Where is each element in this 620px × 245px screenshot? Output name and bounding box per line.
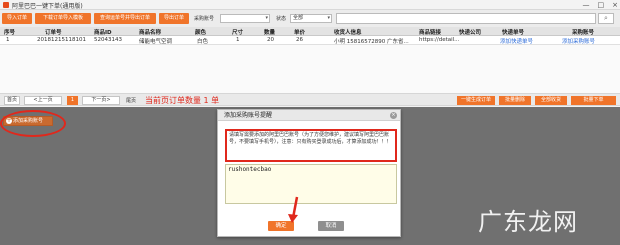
table-row[interactable]: 1 20181215118101 52043143 储能电气空调 白色 1 20… <box>0 36 620 45</box>
cancel-button[interactable]: 取消 <box>318 221 344 231</box>
first-page-button[interactable]: 首页 <box>4 96 20 105</box>
page-1-button[interactable]: 1 <box>67 96 78 105</box>
status-select[interactable]: 全部 ▾ <box>290 14 332 23</box>
import-orders-button[interactable]: 导入订单 <box>2 13 32 24</box>
purchase-account-select[interactable]: ▾ <box>220 14 270 23</box>
cell-unit-price: 26 <box>296 37 303 43</box>
cell-receiver: 小明 15816572890 广东省... <box>334 39 409 45</box>
close-icon[interactable]: × <box>612 1 618 9</box>
red-arrow-icon <box>288 196 299 223</box>
col-order-no: 订单号 <box>45 30 62 36</box>
col-product-name: 商品名称 <box>139 30 162 36</box>
cell-quantity: 20 <box>267 37 274 43</box>
cell-product-id: 52043143 <box>94 37 122 43</box>
account-input[interactable]: rushontecbao <box>225 164 397 204</box>
cell-order-no: 20181215118101 <box>37 37 86 43</box>
pagination-bar: 首页 <上一页 1 下一页> 尾页 当前页订单数量 1 单 一键生成订单 批量删… <box>0 93 620 106</box>
cell-size: 1 <box>236 37 240 43</box>
last-page-button[interactable]: 尾页 <box>126 97 136 104</box>
download-template-button[interactable]: 下载订单导入模板 <box>35 13 91 24</box>
title-bar: 阿里巴巴一键下单(通用版) — □ × <box>0 0 620 10</box>
col-product-id: 商品ID <box>94 30 112 36</box>
table-empty-area <box>0 45 620 93</box>
maximize-icon[interactable]: □ <box>598 1 605 9</box>
add-tracking-link[interactable]: 添加快递单号 <box>500 37 533 45</box>
highlight-circle <box>0 110 66 137</box>
col-index: 序号 <box>4 30 16 36</box>
status-select-value: 全部 <box>293 15 304 21</box>
status-label: 状态 <box>276 16 287 22</box>
watermark: 广东龙网 <box>478 208 578 236</box>
col-quantity: 数量 <box>264 30 276 36</box>
next-page-button[interactable]: 下一页> <box>82 96 120 105</box>
window-title: 阿里巴巴一键下单(通用版) <box>12 3 83 10</box>
prev-page-button[interactable]: <上一页 <box>24 96 62 105</box>
add-purchase-account-link[interactable]: 添加采购账号 <box>562 37 595 45</box>
dialog-title: 添加采购账号提醒 × <box>218 110 400 121</box>
generate-orders-button[interactable]: 一键生成订单 <box>457 96 495 105</box>
purchase-account-label: 采购账号 <box>194 16 215 22</box>
chevron-down-icon: ▾ <box>265 15 268 21</box>
batch-delete-button[interactable]: 批量删除 <box>499 96 531 105</box>
col-purchase-account: 采购账号 <box>572 30 595 36</box>
col-product-link: 商品链接 <box>419 30 442 36</box>
page-order-count: 当前页订单数量 1 单 <box>145 96 220 105</box>
col-unit-price: 单价 <box>294 30 306 36</box>
cell-index: 1 <box>6 37 10 43</box>
search-input[interactable] <box>336 13 596 24</box>
col-courier: 快递公司 <box>459 30 482 36</box>
app-icon <box>3 2 9 8</box>
receive-all-button[interactable]: 全部收货 <box>535 96 567 105</box>
col-color: 颜色 <box>195 30 207 36</box>
export-orders-button[interactable]: 导出订单 <box>159 13 189 24</box>
toolbar: 导入订单 下载订单导入模板 查询运单号并导出订单 导出订单 采购账号 ▾ 状态 … <box>0 10 620 27</box>
dialog-title-text: 添加采购账号提醒 <box>224 112 273 119</box>
col-size: 尺寸 <box>232 30 244 36</box>
cell-product-name: 储能电气空调 <box>139 39 173 45</box>
query-export-button[interactable]: 查询运单号并导出订单 <box>94 13 156 24</box>
close-icon[interactable]: × <box>390 112 397 119</box>
chevron-down-icon: ▾ <box>327 15 330 21</box>
table-header: 序号 订单号 商品ID 商品名称 颜色 尺寸 数量 单价 收货人信息 商品链接 … <box>0 27 620 36</box>
col-receiver: 收货人信息 <box>334 30 362 36</box>
window-controls: — □ × <box>583 1 619 9</box>
minimize-icon[interactable]: — <box>583 1 590 9</box>
col-tracking-no: 快递单号 <box>502 30 525 36</box>
batch-order-button[interactable]: 批量下单 <box>571 96 616 105</box>
cell-color: 白色 <box>197 39 209 45</box>
cell-product-link[interactable]: https://detail... <box>419 37 459 43</box>
search-icon[interactable]: ⌕ <box>598 13 614 24</box>
dialog-notice: 请填写需要添加的阿里巴巴账号（为了方便您维护，建议填写阿里巴巴账号，不要填写手机… <box>225 129 397 162</box>
